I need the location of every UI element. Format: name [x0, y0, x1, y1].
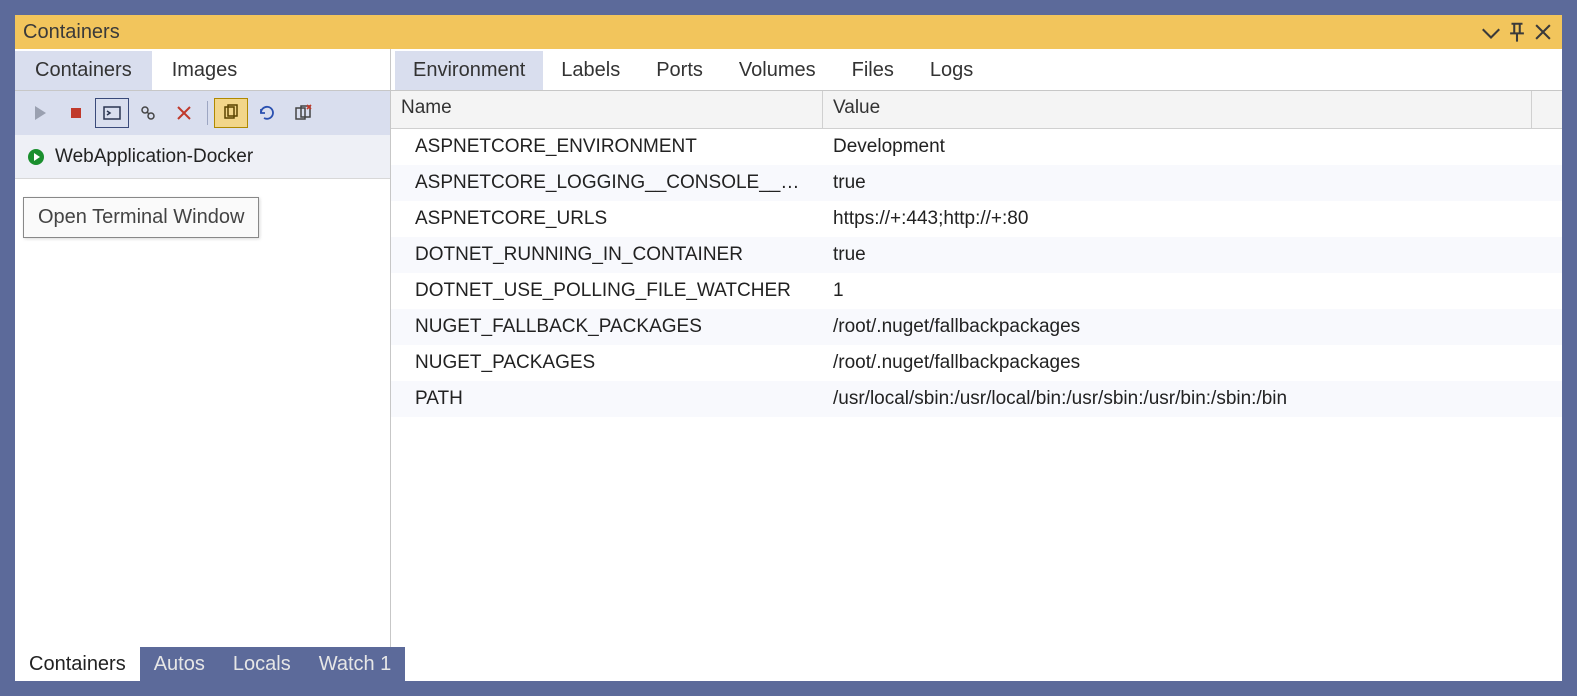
env-name: NUGET_FALLBACK_PACKAGES	[391, 316, 823, 338]
left-tabstrip: Containers Images	[15, 49, 390, 91]
prune-button[interactable]	[286, 98, 320, 128]
env-value: true	[823, 172, 1562, 194]
remove-button[interactable]	[167, 98, 201, 128]
attach-debugger-button[interactable]	[131, 98, 165, 128]
copy-button[interactable]	[214, 98, 248, 128]
env-value: /usr/local/sbin:/usr/local/bin:/usr/sbin…	[823, 388, 1562, 410]
start-button[interactable]	[23, 98, 57, 128]
env-row[interactable]: PATH/usr/local/sbin:/usr/local/bin:/usr/…	[391, 381, 1562, 417]
column-extra	[1532, 91, 1562, 128]
env-value: true	[823, 244, 1562, 266]
pin-icon[interactable]	[1506, 21, 1528, 43]
env-name: ASPNETCORE_URLS	[391, 208, 823, 230]
env-row[interactable]: DOTNET_USE_POLLING_FILE_WATCHER1	[391, 273, 1562, 309]
env-value: https://+:443;http://+:80	[823, 208, 1562, 230]
column-name[interactable]: Name	[391, 91, 823, 128]
tab-environment[interactable]: Environment	[395, 51, 543, 90]
tab-containers[interactable]: Containers	[15, 51, 152, 90]
env-name: NUGET_PACKAGES	[391, 352, 823, 374]
tab-images[interactable]: Images	[152, 51, 258, 90]
column-value[interactable]: Value	[823, 91, 1532, 128]
env-value: /root/.nuget/fallbackpackages	[823, 352, 1562, 374]
container-item[interactable]: WebApplication-Docker	[15, 135, 390, 179]
bottom-tab-watch1[interactable]: Watch 1	[305, 647, 406, 681]
env-row[interactable]: ASPNETCORE_LOGGING__CONSOLE__DISA…true	[391, 165, 1562, 201]
bottom-tab-locals[interactable]: Locals	[219, 647, 305, 681]
env-row[interactable]: ASPNETCORE_URLShttps://+:443;http://+:80	[391, 201, 1562, 237]
env-grid-body: ASPNETCORE_ENVIRONMENTDevelopmentASPNETC…	[391, 129, 1562, 681]
toolbar-separator	[207, 101, 208, 125]
env-grid-header: Name Value	[391, 91, 1562, 129]
env-name: DOTNET_RUNNING_IN_CONTAINER	[391, 244, 823, 266]
env-row[interactable]: DOTNET_RUNNING_IN_CONTAINERtrue	[391, 237, 1562, 273]
titlebar: Containers	[15, 15, 1562, 49]
right-pane: Environment Labels Ports Volumes Files L…	[391, 49, 1562, 681]
window-title: Containers	[23, 21, 1476, 44]
stop-button[interactable]	[59, 98, 93, 128]
bottom-tab-autos[interactable]: Autos	[140, 647, 219, 681]
env-row[interactable]: NUGET_FALLBACK_PACKAGES/root/.nuget/fall…	[391, 309, 1562, 345]
container-toolbar	[15, 91, 390, 135]
left-pane: Containers Images	[15, 49, 391, 681]
container-name: WebApplication-Docker	[55, 146, 253, 168]
tab-labels[interactable]: Labels	[543, 51, 638, 90]
env-name: DOTNET_USE_POLLING_FILE_WATCHER	[391, 280, 823, 302]
refresh-button[interactable]	[250, 98, 284, 128]
env-value: /root/.nuget/fallbackpackages	[823, 316, 1562, 338]
env-name: PATH	[391, 388, 823, 410]
env-row[interactable]: NUGET_PACKAGES/root/.nuget/fallbackpacka…	[391, 345, 1562, 381]
tab-ports[interactable]: Ports	[638, 51, 721, 90]
env-name: ASPNETCORE_ENVIRONMENT	[391, 136, 823, 158]
env-name: ASPNETCORE_LOGGING__CONSOLE__DISA…	[391, 172, 823, 194]
bottom-tab-containers[interactable]: Containers	[15, 647, 140, 681]
env-row[interactable]: ASPNETCORE_ENVIRONMENTDevelopment	[391, 129, 1562, 165]
tab-files[interactable]: Files	[834, 51, 912, 90]
window-options-icon[interactable]	[1480, 21, 1502, 43]
close-icon[interactable]	[1532, 21, 1554, 43]
tooltip: Open Terminal Window	[23, 197, 259, 238]
detail-tabstrip: Environment Labels Ports Volumes Files L…	[391, 49, 1562, 91]
tab-logs[interactable]: Logs	[912, 51, 991, 90]
tab-volumes[interactable]: Volumes	[721, 51, 834, 90]
env-value: 1	[823, 280, 1562, 302]
env-value: Development	[823, 136, 1562, 158]
running-status-icon	[27, 148, 45, 166]
containers-tool-window: Containers Containers Images	[15, 15, 1562, 681]
bottom-tabstrip: Containers Autos Locals Watch 1	[15, 647, 1562, 681]
body: Containers Images	[15, 49, 1562, 681]
open-terminal-button[interactable]	[95, 98, 129, 128]
